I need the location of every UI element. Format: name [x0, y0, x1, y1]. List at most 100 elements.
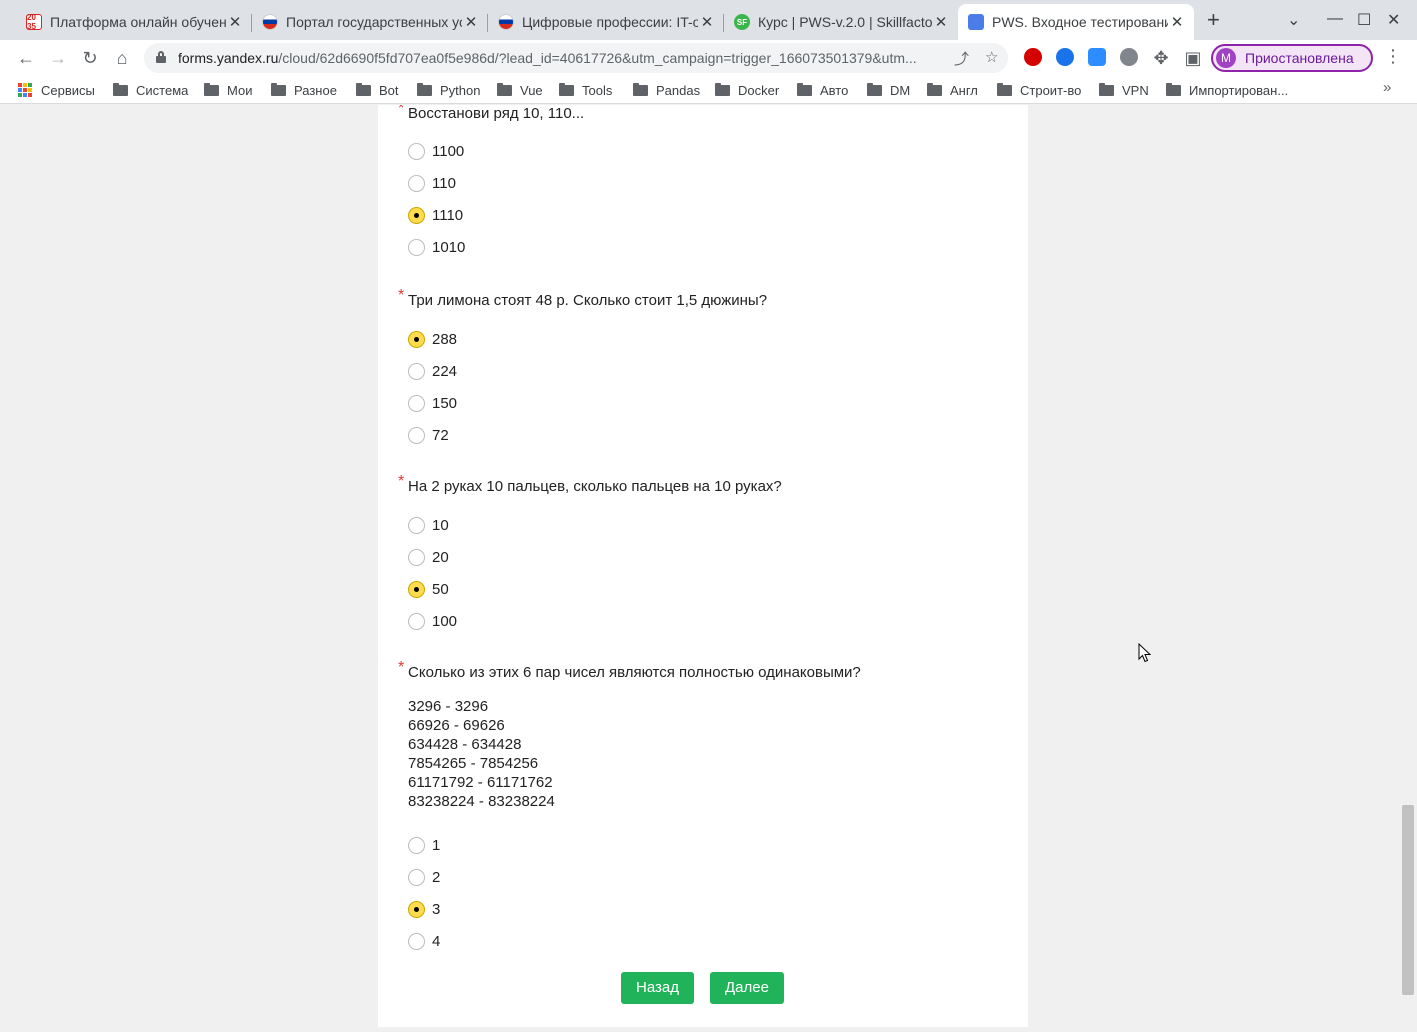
radio-button[interactable]	[408, 174, 425, 192]
zoom-extension-icon[interactable]	[1088, 48, 1106, 66]
radio-button[interactable]	[408, 238, 425, 256]
lock-icon[interactable]	[156, 51, 166, 63]
radio-button-selected[interactable]	[408, 330, 425, 348]
radio-button-selected[interactable]	[408, 580, 425, 598]
radio-button[interactable]	[408, 548, 425, 566]
bookmark-label: DM	[890, 82, 911, 98]
radio-button[interactable]	[408, 612, 425, 630]
radio-option[interactable]: 3	[408, 893, 861, 925]
side-panel-icon[interactable]: ▣	[1181, 46, 1205, 70]
radio-option[interactable]: 2	[408, 861, 861, 893]
close-icon[interactable]: ✕	[226, 13, 244, 31]
radio-option[interactable]: 1110	[408, 199, 584, 231]
radio-option[interactable]: 50	[408, 573, 782, 605]
next-button[interactable]: Далее	[710, 972, 784, 1004]
radio-option[interactable]: 1	[408, 829, 861, 861]
gear-extension-icon[interactable]	[1120, 48, 1138, 66]
close-icon[interactable]: ✕	[1168, 13, 1186, 31]
reload-icon[interactable]: ↻	[78, 46, 102, 70]
radio-button[interactable]	[408, 362, 425, 380]
folder-icon	[867, 82, 882, 96]
forward-arrow-icon[interactable]: →	[46, 46, 70, 70]
tab-skillfactory[interactable]: SF Курс | PWS-v.2.0 | Skillfactory ✕	[724, 4, 958, 40]
bookmark-label: Vue	[520, 82, 543, 98]
url-host: forms.yandex.ru	[178, 50, 279, 66]
url-text[interactable]: forms.yandex.ru/cloud/62d6690f5fd707ea0f…	[178, 50, 917, 66]
radio-button[interactable]	[408, 516, 425, 534]
bookmark-folder[interactable]: DM	[867, 81, 910, 99]
home-icon[interactable]: ⌂	[110, 46, 134, 70]
window-close-icon[interactable]: ✕	[1387, 10, 1400, 30]
minimize-icon[interactable]: —	[1327, 10, 1343, 28]
option-label: 1010	[432, 238, 466, 256]
radio-option[interactable]: 20	[408, 541, 782, 573]
tab-gosuslugi[interactable]: Портал государственных ус ✕	[252, 4, 488, 40]
bookmark-label: Сервисы	[41, 82, 95, 98]
tab-pws-testing[interactable]: PWS. Входное тестирование ✕	[958, 4, 1194, 40]
close-icon[interactable]: ✕	[698, 13, 716, 31]
option-label: 1110	[432, 206, 464, 224]
tab-platform[interactable]: 20 35 Платформа онлайн обучен ✕	[16, 4, 252, 40]
bookmark-label: Англ	[950, 82, 978, 98]
bookmark-folder[interactable]: Авто	[797, 81, 848, 99]
bookmark-folder[interactable]: Мои	[204, 81, 252, 99]
bookmark-folder[interactable]: Pandas	[633, 81, 700, 99]
radio-option[interactable]: 10	[408, 509, 782, 541]
address-bar[interactable]: forms.yandex.ru/cloud/62d6690f5fd707ea0f…	[144, 43, 1008, 73]
bookmark-folder[interactable]: Tools	[559, 81, 612, 99]
radio-option[interactable]: 110	[408, 167, 584, 199]
menu-kebab-icon[interactable]: ⋮	[1384, 46, 1402, 67]
bookmark-folder[interactable]: Система	[113, 81, 188, 99]
folder-icon	[1099, 82, 1114, 96]
profile-button[interactable]: М Приостановлена	[1211, 44, 1373, 72]
bookmark-folder[interactable]: Импортирован...	[1166, 81, 1288, 99]
radio-option[interactable]: 1010	[408, 231, 584, 263]
radio-button[interactable]	[408, 142, 425, 160]
page-scrollbar[interactable]	[1402, 805, 1414, 995]
puzzle-extensions-icon[interactable]: ✥	[1149, 46, 1173, 70]
bookmarks-overflow-chevron-icon[interactable]: »	[1383, 79, 1391, 96]
radio-button[interactable]	[408, 932, 425, 950]
tab-search-chevron-icon[interactable]: ⌄	[1287, 10, 1300, 30]
bookmark-apps[interactable]: Сервисы	[18, 81, 95, 99]
bookmark-folder[interactable]: Python	[417, 81, 480, 99]
radio-button-selected[interactable]	[408, 900, 425, 918]
url-path: /cloud/62d6690f5fd707ea0f5e986d/?lead_id…	[278, 50, 917, 66]
back-button[interactable]: Назад	[621, 972, 694, 1004]
close-icon[interactable]: ✕	[462, 13, 480, 31]
back-arrow-icon[interactable]: ←	[14, 46, 38, 70]
bookmark-folder[interactable]: VPN	[1099, 81, 1149, 99]
radio-option[interactable]: 288	[408, 323, 767, 355]
bookmark-folder[interactable]: Строит-во	[997, 81, 1081, 99]
radio-button-selected[interactable]	[408, 206, 425, 224]
bookmark-label: Авто	[820, 82, 849, 98]
radio-option[interactable]: 1100	[408, 135, 584, 167]
option-label: 20	[432, 548, 449, 566]
new-tab-button[interactable]: +	[1207, 9, 1220, 31]
bookmark-folder[interactable]: Разное	[271, 81, 337, 99]
bookmark-folder[interactable]: Bot	[356, 81, 399, 99]
radio-button[interactable]	[408, 836, 425, 854]
option-label: 1100	[432, 142, 465, 160]
radio-option[interactable]: 224	[408, 355, 767, 387]
radio-option[interactable]: 100	[408, 605, 782, 637]
share-icon[interactable]: ⤴	[954, 48, 969, 69]
radio-button[interactable]	[408, 868, 425, 886]
radio-option[interactable]: 150	[408, 387, 767, 419]
radio-button[interactable]	[408, 394, 425, 412]
option-label: 288	[432, 330, 458, 348]
question-title: * Три лимона стоят 48 р. Сколько стоит 1…	[398, 287, 767, 309]
bookmark-folder[interactable]: Англ	[927, 81, 978, 99]
tab-digital-professions[interactable]: Цифровые профессии: IT-о ✕	[488, 4, 724, 40]
maximize-icon[interactable]: ☐	[1357, 10, 1371, 30]
globe-extension-icon[interactable]	[1056, 48, 1074, 66]
radio-button[interactable]	[408, 426, 425, 444]
bookmark-folder[interactable]: Vue	[497, 81, 543, 99]
radio-option[interactable]: 4	[408, 925, 861, 957]
radio-option[interactable]: 72	[408, 419, 767, 451]
profile-status-label: Приостановлена	[1245, 50, 1354, 66]
star-icon[interactable]: ☆	[985, 48, 998, 66]
adblock-icon[interactable]	[1024, 48, 1042, 66]
close-icon[interactable]: ✕	[932, 13, 950, 31]
bookmark-folder[interactable]: Docker	[715, 81, 779, 99]
